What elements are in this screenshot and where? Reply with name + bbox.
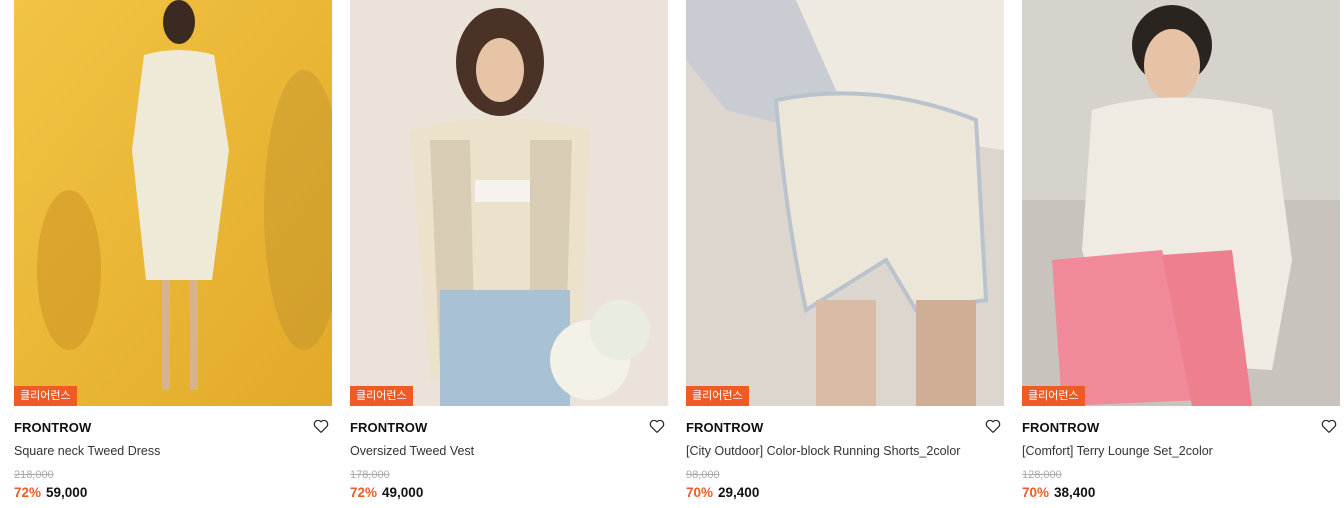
clearance-badge: 클리어런스	[686, 386, 749, 406]
product-name[interactable]: Oversized Tweed Vest	[350, 444, 640, 458]
product-card[interactable]: 클리어런스 FRONTROW [City Outdoor] Color-bloc…	[686, 0, 1004, 508]
price-row: 70% 38,400	[1022, 485, 1095, 500]
price-row: 72% 59,000	[14, 485, 87, 500]
product-image[interactable]: 클리어런스	[350, 0, 668, 406]
original-price: 128,000	[1022, 469, 1062, 481]
product-grid: 클리어런스 FRONTROW Square neck Tweed Dress 2…	[0, 0, 1344, 508]
product-card[interactable]: 클리어런스 FRONTROW Oversized Tweed Vest 178,…	[350, 0, 668, 508]
product-image[interactable]: 클리어런스	[1022, 0, 1340, 406]
clearance-badge: 클리어런스	[1022, 386, 1085, 406]
sale-price: 29,400	[718, 485, 760, 500]
original-price: 218,000	[14, 469, 54, 481]
product-card[interactable]: 클리어런스 FRONTROW Square neck Tweed Dress 2…	[14, 0, 332, 508]
clearance-badge: 클리어런스	[350, 386, 413, 406]
brand-name[interactable]: FRONTROW	[350, 420, 427, 435]
product-image[interactable]: 클리어런스	[686, 0, 1004, 406]
sale-price: 38,400	[1054, 485, 1096, 500]
sale-price: 49,000	[382, 485, 424, 500]
discount-rate: 72%	[350, 485, 378, 500]
price-row: 70% 29,400	[686, 485, 759, 500]
product-image[interactable]: 클리어런스	[14, 0, 332, 406]
sale-price: 59,000	[46, 485, 88, 500]
heart-outline-icon[interactable]	[984, 417, 1002, 435]
brand-name[interactable]: FRONTROW	[686, 420, 763, 435]
heart-outline-icon[interactable]	[648, 417, 666, 435]
product-card[interactable]: 클리어런스 FRONTROW [Comfort] Terry Lounge Se…	[1022, 0, 1340, 508]
product-name[interactable]: [Comfort] Terry Lounge Set_2color	[1022, 444, 1312, 458]
price-row: 72% 49,000	[350, 485, 423, 500]
original-price: 178,000	[350, 469, 390, 481]
discount-rate: 70%	[1022, 485, 1050, 500]
clearance-badge: 클리어런스	[14, 386, 77, 406]
brand-name[interactable]: FRONTROW	[1022, 420, 1099, 435]
discount-rate: 72%	[14, 485, 42, 500]
product-name[interactable]: Square neck Tweed Dress	[14, 444, 304, 458]
original-price: 98,000	[686, 469, 720, 481]
product-name[interactable]: [City Outdoor] Color-block Running Short…	[686, 444, 976, 458]
brand-name[interactable]: FRONTROW	[14, 420, 91, 435]
heart-outline-icon[interactable]	[1320, 417, 1338, 435]
discount-rate: 70%	[686, 485, 714, 500]
heart-outline-icon[interactable]	[312, 417, 330, 435]
